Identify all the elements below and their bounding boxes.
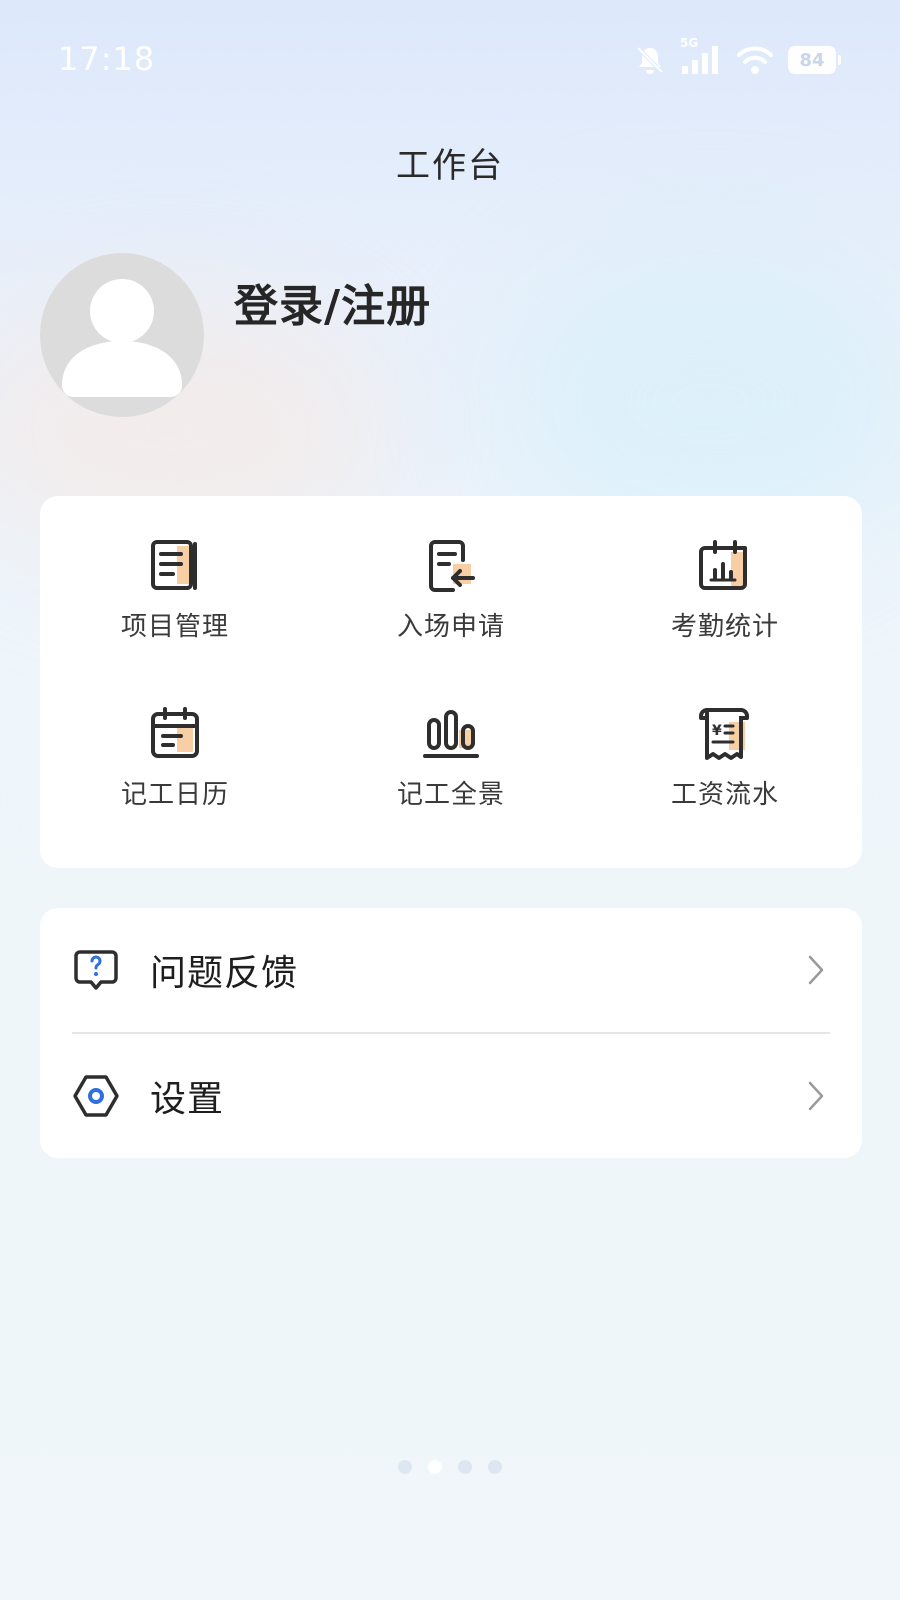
chevron-right-icon bbox=[804, 1079, 828, 1113]
tool-label: 记工日历 bbox=[120, 780, 229, 810]
tool-label: 记工全景 bbox=[396, 780, 505, 810]
salary-record-icon: ¥ bbox=[693, 702, 757, 766]
tool-work-calendar[interactable]: 记工日历 bbox=[60, 664, 290, 814]
mute-bell-icon bbox=[634, 44, 666, 76]
tool-label: 考勤统计 bbox=[670, 612, 779, 642]
cellular-signal-icon: 5G bbox=[680, 36, 722, 76]
tool-label: 项目管理 bbox=[120, 612, 229, 642]
wifi-icon bbox=[736, 44, 774, 76]
network-type: 5G bbox=[680, 36, 699, 50]
tools-card: 项目管理 入场申请 考勤统计 记工日历 记工全景 ¥ 工资流水 bbox=[40, 496, 862, 868]
work-calendar-icon bbox=[143, 702, 207, 766]
tool-work-overview[interactable]: 记工全景 bbox=[336, 664, 566, 814]
settings-icon bbox=[72, 1072, 120, 1120]
project-management-icon bbox=[143, 534, 207, 598]
battery-level: 84 bbox=[799, 49, 825, 71]
login-register-link[interactable]: 登录/注册 bbox=[234, 270, 431, 334]
tool-project-management[interactable]: 项目管理 bbox=[60, 496, 290, 646]
default-user-icon bbox=[62, 279, 182, 397]
menu-card: 问题反馈 设置 bbox=[40, 908, 862, 1158]
menu-item-settings[interactable]: 设置 bbox=[40, 1034, 862, 1158]
menu-label: 问题反馈 bbox=[150, 953, 299, 994]
page-indicator bbox=[0, 1460, 900, 1474]
page-title: 工作台 bbox=[396, 146, 504, 186]
page-dot[interactable] bbox=[398, 1460, 412, 1474]
battery-indicator: 84 bbox=[788, 46, 841, 74]
menu-label: 设置 bbox=[150, 1079, 225, 1120]
attendance-stats-icon bbox=[693, 534, 757, 598]
svg-text:¥: ¥ bbox=[712, 723, 722, 739]
tool-label: 入场申请 bbox=[396, 612, 505, 642]
page-dot-active[interactable] bbox=[428, 1460, 442, 1474]
menu-item-feedback[interactable]: 问题反馈 bbox=[40, 908, 862, 1032]
tool-salary-record[interactable]: ¥ 工资流水 bbox=[610, 664, 840, 814]
status-time: 17:18 bbox=[58, 40, 156, 78]
feedback-icon bbox=[72, 946, 120, 994]
entry-application-icon bbox=[419, 534, 483, 598]
chevron-right-icon bbox=[804, 953, 828, 987]
tool-attendance-stats[interactable]: 考勤统计 bbox=[610, 496, 840, 646]
page-dot[interactable] bbox=[458, 1460, 472, 1474]
avatar[interactable] bbox=[40, 253, 204, 417]
work-overview-icon bbox=[419, 702, 483, 766]
page-dot[interactable] bbox=[488, 1460, 502, 1474]
status-icons: 5G 84 bbox=[634, 36, 841, 78]
tool-entry-application[interactable]: 入场申请 bbox=[336, 496, 566, 646]
status-bar: 17:18 5G 84 bbox=[0, 0, 900, 120]
tool-label: 工资流水 bbox=[670, 780, 779, 810]
